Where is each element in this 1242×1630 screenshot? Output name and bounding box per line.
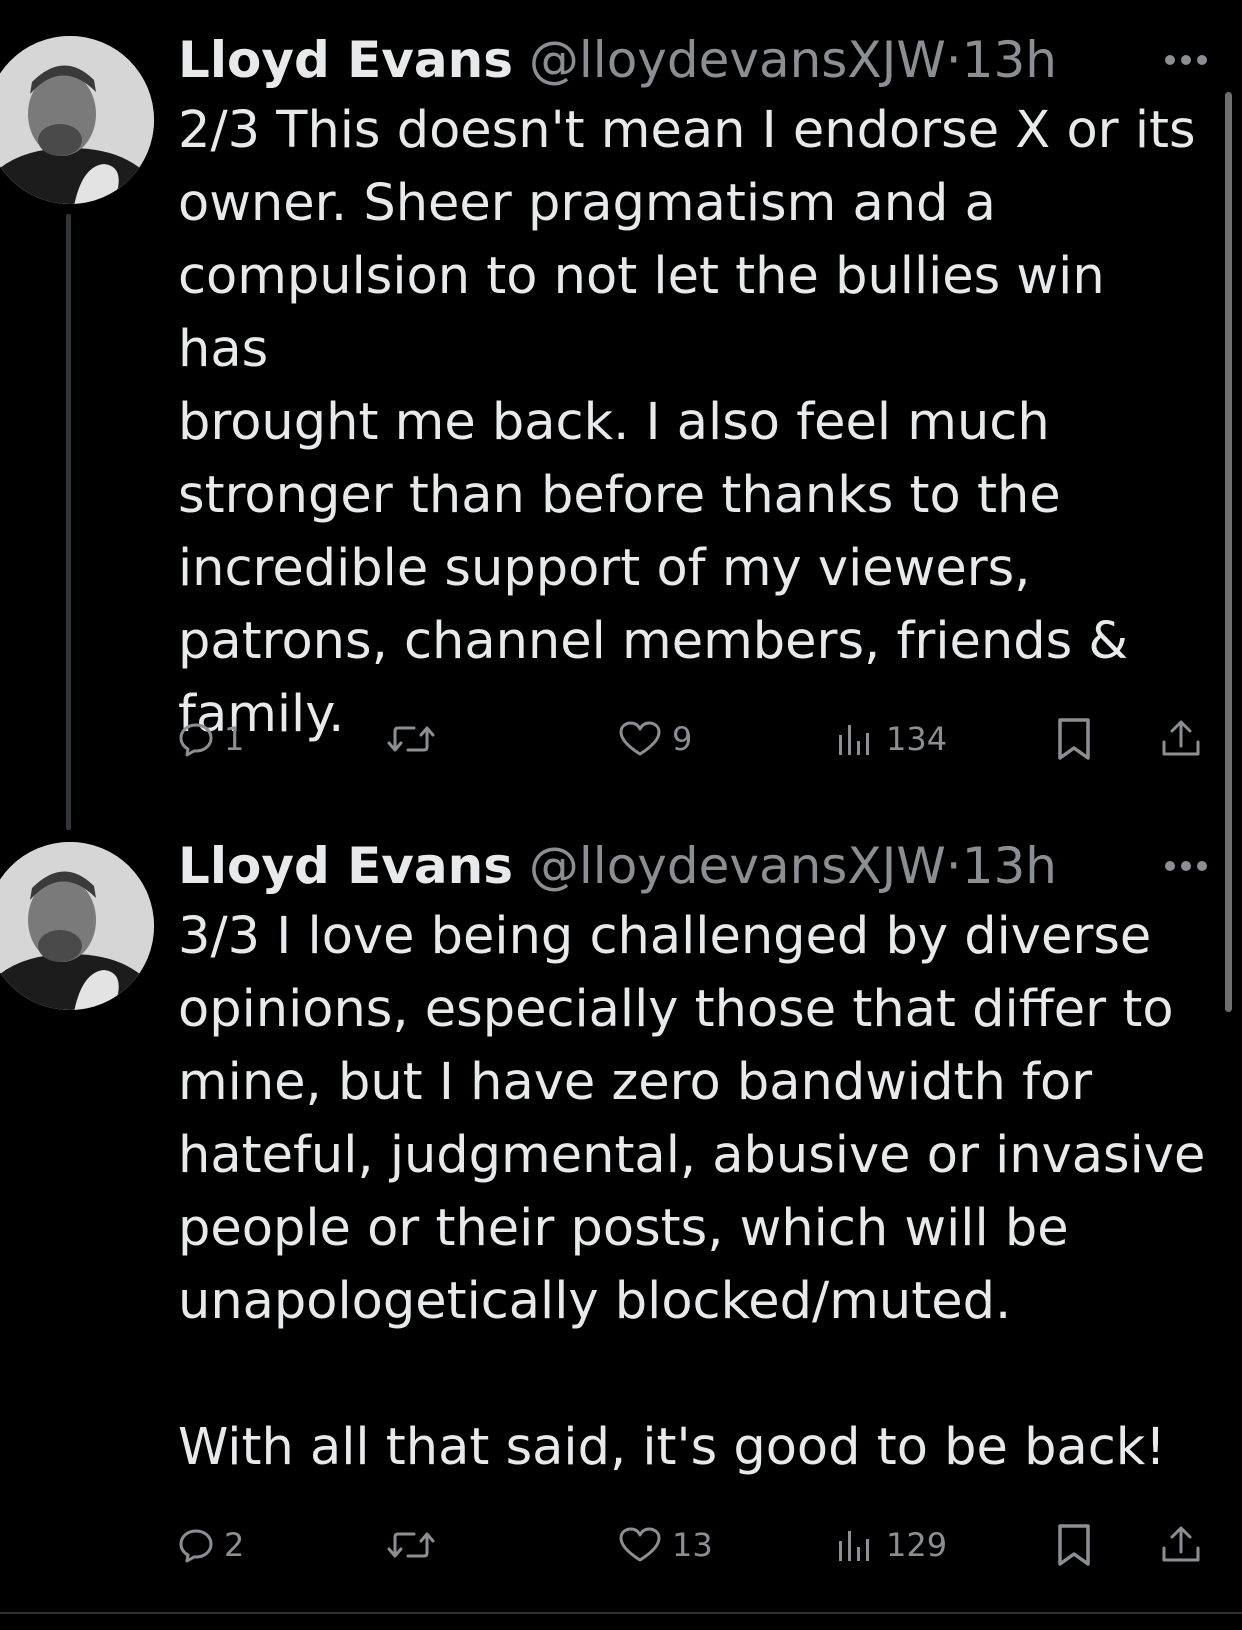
bottom-divider — [0, 1612, 1242, 1614]
views-button[interactable]: 129 — [836, 1520, 947, 1570]
avatar[interactable] — [0, 842, 154, 1010]
repost-button[interactable] — [386, 714, 436, 764]
thread-connector-line — [66, 214, 71, 830]
bookmark-button[interactable] — [1054, 714, 1094, 764]
bookmark-button[interactable] — [1054, 1520, 1094, 1570]
views-count: 129 — [886, 1526, 948, 1564]
tweet-text: 2/3 This doesn't mean I endorse X or its… — [178, 101, 1196, 744]
views-count: 134 — [886, 720, 948, 758]
author-name[interactable]: Lloyd Evans — [178, 31, 513, 89]
like-button[interactable]: 13 — [618, 1520, 713, 1570]
like-count: 13 — [672, 1526, 713, 1564]
reply-count: 1 — [224, 720, 245, 758]
share-upload-icon — [1162, 720, 1200, 756]
reply-count: 2 — [224, 1526, 245, 1564]
avatar[interactable] — [0, 36, 154, 204]
tweet-text: 3/3 I love being challenged by diverse o… — [178, 907, 1206, 1477]
timestamp[interactable]: 13h — [962, 837, 1057, 895]
timestamp[interactable]: 13h — [962, 31, 1057, 89]
heart-outline-icon — [619, 1527, 661, 1562]
tweet-header: Lloyd Evans @lloydevansXJW·13h — [178, 30, 1057, 90]
more-horizontal-icon[interactable] — [1164, 52, 1208, 66]
reply-bubble-icon — [179, 723, 213, 757]
scrollbar[interactable] — [1225, 92, 1232, 1012]
action-bar: 2 13 129 — [178, 1520, 1218, 1570]
repost-button[interactable] — [386, 1520, 436, 1570]
bar-chart-views-icon — [839, 1531, 869, 1561]
separator-dot: · — [945, 837, 962, 895]
reply-button[interactable]: 1 — [178, 714, 244, 764]
reply-bubble-icon — [179, 1529, 213, 1563]
author-handle[interactable]: @lloydevansXJW — [529, 31, 946, 89]
heart-outline-icon — [619, 721, 661, 756]
author-handle[interactable]: @lloydevansXJW — [529, 837, 946, 895]
bookmark-outline-icon — [1058, 1524, 1090, 1566]
tweet-header: Lloyd Evans @lloydevansXJW·13h — [178, 836, 1057, 896]
more-horizontal-icon[interactable] — [1164, 858, 1208, 872]
share-button[interactable] — [1160, 1520, 1202, 1570]
share-button[interactable] — [1160, 714, 1202, 764]
action-bar: 1 9 134 — [178, 714, 1218, 764]
bar-chart-views-icon — [839, 725, 869, 755]
repost-arrows-icon — [387, 1532, 435, 1558]
reply-button[interactable]: 2 — [178, 1520, 244, 1570]
bookmark-outline-icon — [1058, 718, 1090, 760]
share-upload-icon — [1162, 1526, 1200, 1562]
like-button[interactable]: 9 — [618, 714, 692, 764]
repost-arrows-icon — [387, 726, 435, 752]
views-button[interactable]: 134 — [836, 714, 947, 764]
separator-dot: · — [945, 31, 962, 89]
author-name[interactable]: Lloyd Evans — [178, 837, 513, 895]
like-count: 9 — [672, 720, 693, 758]
